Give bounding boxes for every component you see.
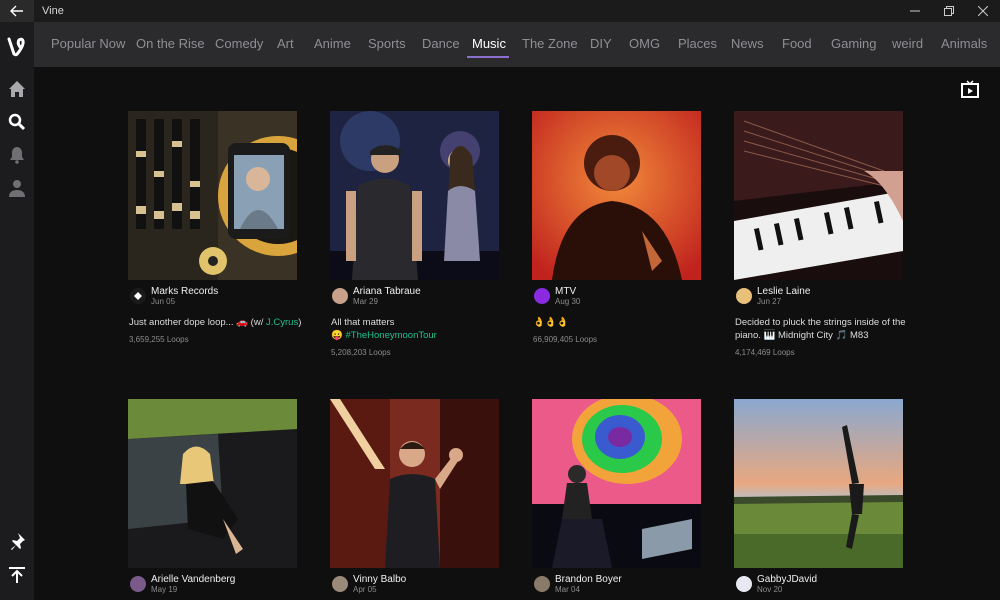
avatar[interactable] [332, 576, 348, 592]
post-date: Mar 04 [555, 585, 580, 594]
loop-count: 66,909,405 Loops [533, 335, 598, 344]
video-thumbnail[interactable] [128, 399, 297, 568]
post-date: Jun 05 [151, 297, 176, 306]
tab-food[interactable]: Food [782, 22, 812, 67]
video-thumbnail[interactable] [330, 111, 499, 280]
author-name[interactable]: MTV [555, 286, 576, 297]
post-date: Mar 29 [353, 297, 378, 306]
post-date: Aug 30 [555, 297, 581, 306]
tab-the-zone[interactable]: The Zone [522, 22, 578, 67]
avatar[interactable] [534, 288, 550, 304]
tab-dance[interactable]: Dance [422, 22, 460, 67]
vine-logo[interactable] [0, 32, 34, 62]
home-icon [9, 81, 25, 97]
caption-link[interactable]: J.Cyrus [266, 317, 298, 328]
upload-button[interactable] [0, 562, 34, 588]
search-button[interactable] [0, 109, 34, 135]
avatar[interactable] [736, 288, 752, 304]
minimize-icon [910, 10, 920, 12]
author-name[interactable]: Leslie Laine [757, 286, 810, 297]
home-button[interactable] [0, 76, 34, 102]
close-icon [978, 6, 988, 16]
window-controls [898, 0, 1000, 22]
bell-icon [10, 147, 24, 164]
pin-icon [11, 533, 25, 550]
tab-on-the-rise[interactable]: On the Rise [136, 22, 205, 67]
back-arrow-icon [10, 5, 23, 17]
author-name[interactable]: Ariana Tabraue [353, 286, 421, 297]
user-icon [9, 180, 25, 197]
author-name[interactable]: Arielle Vandenberg [151, 574, 235, 585]
search-icon [8, 113, 26, 131]
video-thumbnail[interactable] [532, 399, 701, 568]
video-thumbnail[interactable] [330, 399, 499, 568]
tab-omg[interactable]: OMG [629, 22, 660, 67]
pin-button[interactable] [0, 528, 34, 554]
active-tab-indicator [467, 56, 509, 58]
video-thumbnail[interactable] [532, 111, 701, 280]
post-caption: Just another dope loop... 🚗 (w/ J.Cyrus) [129, 317, 302, 328]
minimize-button[interactable] [898, 0, 932, 22]
profile-button[interactable] [0, 175, 34, 201]
notifications-button[interactable] [0, 142, 34, 168]
video-thumbnail[interactable] [734, 111, 903, 280]
tab-gaming[interactable]: Gaming [831, 22, 877, 67]
tab-comedy[interactable]: Comedy [215, 22, 263, 67]
tab-music[interactable]: Music [472, 22, 506, 67]
post-caption: Decided to pluck the strings inside of t… [735, 317, 906, 341]
category-tabs: Popular Now On the Rise Comedy Art Anime… [34, 22, 1000, 67]
back-button[interactable] [0, 0, 34, 22]
video-thumbnail[interactable] [128, 111, 297, 280]
author-name[interactable]: GabbyJDavid [757, 574, 817, 585]
video-thumbnail[interactable] [734, 399, 903, 568]
vine-logo-icon [7, 37, 25, 57]
post-date: Nov 20 [757, 585, 783, 594]
avatar[interactable] [130, 288, 146, 304]
post-date: Jun 27 [757, 297, 782, 306]
post-date: Apr 05 [353, 585, 377, 594]
tab-weird[interactable]: weird [892, 22, 923, 67]
post-caption: All that matters 😛 #TheHoneymoonTour [331, 317, 437, 341]
hashtag-link[interactable]: #TheHoneymoonTour [345, 330, 436, 341]
post-date: May 19 [151, 585, 178, 594]
tab-places[interactable]: Places [678, 22, 717, 67]
tab-sports[interactable]: Sports [368, 22, 406, 67]
tab-news[interactable]: News [731, 22, 764, 67]
tab-anime[interactable]: Anime [314, 22, 351, 67]
tab-animals[interactable]: Animals [941, 22, 987, 67]
app-title: Vine [42, 5, 64, 17]
tab-popular-now[interactable]: Popular Now [51, 22, 125, 67]
close-button[interactable] [966, 0, 1000, 22]
tv-icon [961, 80, 979, 98]
restore-button[interactable] [932, 0, 966, 22]
author-name[interactable]: Brandon Boyer [555, 574, 622, 585]
loop-count: 5,208,203 Loops [331, 348, 391, 357]
tab-diy[interactable]: DIY [590, 22, 612, 67]
upload-icon [9, 567, 25, 583]
title-bar: Vine [0, 0, 1000, 22]
author-name[interactable]: Marks Records [151, 286, 218, 297]
tv-mode-button[interactable] [961, 80, 981, 100]
avatar[interactable] [332, 288, 348, 304]
avatar[interactable] [736, 576, 752, 592]
loop-count: 4,174,469 Loops [735, 348, 795, 357]
restore-icon [944, 6, 954, 16]
post-caption: 👌👌👌 [533, 317, 569, 328]
tab-art[interactable]: Art [277, 22, 294, 67]
loop-count: 3,659,255 Loops [129, 335, 189, 344]
avatar[interactable] [534, 576, 550, 592]
avatar[interactable] [130, 576, 146, 592]
author-name[interactable]: Vinny Balbo [353, 574, 406, 585]
sidebar [0, 22, 34, 600]
